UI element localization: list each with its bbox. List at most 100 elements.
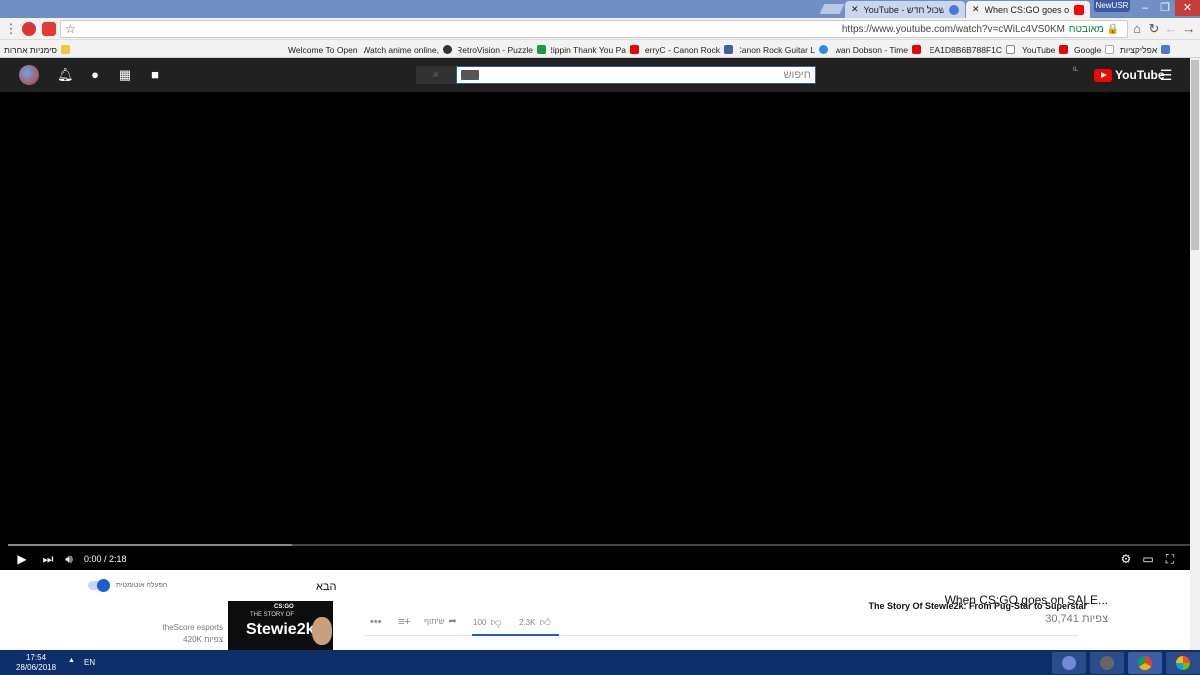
- volume-icon[interactable]: 🔊︎: [61, 551, 77, 567]
- bookmark-label: Google: [1074, 44, 1102, 55]
- keyboard-icon[interactable]: [461, 70, 479, 80]
- taskbar-start[interactable]: [1166, 652, 1200, 674]
- reload-icon[interactable]: ↻: [1145, 20, 1163, 38]
- youtube-logo[interactable]: YouTube: [1094, 68, 1165, 82]
- bookmark-label: RetroVision - Puzzle: [458, 44, 533, 55]
- share-arrow-icon: ➦: [448, 616, 457, 627]
- progress-bar[interactable]: [8, 544, 1192, 546]
- youtube-icon: [1059, 45, 1069, 54]
- bookmark-item[interactable]: JerryC - Canon Rock: [645, 43, 733, 56]
- messages-icon[interactable]: ●: [87, 67, 103, 83]
- share-label: שיתוף: [424, 617, 445, 626]
- taskbar-discord[interactable]: [1052, 652, 1086, 674]
- back-icon[interactable]: →: [1180, 20, 1198, 38]
- buffered-bar: [8, 544, 293, 546]
- thumb-badge: CS:GO: [274, 604, 294, 610]
- bookmark-item[interactable]: Ewan Dobson - Time: [836, 43, 921, 56]
- play-icon[interactable]: ▶: [14, 551, 30, 567]
- youtube-icon: [912, 45, 921, 54]
- bookmark-youtube[interactable]: YouTube: [1022, 43, 1069, 56]
- bookmark-label: Ewan Dobson - Time: [836, 44, 908, 55]
- up-next-channel[interactable]: theScore esports: [163, 623, 223, 632]
- bookmark-label: Watch anime online,: [364, 44, 439, 55]
- other-bookmarks[interactable]: סימניות אחרות: [4, 43, 70, 56]
- anime-site-icon: [443, 45, 452, 54]
- close-icon[interactable]: ✕: [851, 4, 859, 15]
- tab-title: When CS:GO goes on SA: [984, 4, 1069, 15]
- add-to-playlist-button[interactable]: ≡+: [398, 616, 411, 628]
- bookmark-google[interactable]: Google: [1074, 43, 1115, 56]
- next-icon[interactable]: ⏭︎: [40, 551, 56, 567]
- url-text: https://www.youtube.com/watch?v=cWiLc4VS…: [841, 24, 1065, 35]
- youtube-icon: [630, 45, 639, 54]
- autoplay-toggle-knob[interactable]: [97, 579, 110, 592]
- search-input[interactable]: חיפוש: [456, 66, 816, 84]
- tab-youtube-thread[interactable]: ✕ YouTube - אשכול חדש: [845, 1, 965, 18]
- bookmark-item[interactable]: Canon Rock Guitar L: [740, 43, 828, 56]
- home-icon[interactable]: ⌂: [1128, 20, 1146, 38]
- more-actions-button[interactable]: •••: [370, 616, 382, 628]
- loading-icon: [949, 4, 959, 15]
- bookmark-item[interactable]: RetroVision - Puzzle: [458, 43, 546, 56]
- extension-icon[interactable]: [42, 22, 56, 36]
- extension-icon[interactable]: [22, 22, 36, 36]
- bookmark-label: Rippin Thank You Pa: [551, 44, 626, 55]
- folder-icon: [60, 45, 70, 54]
- profile-button[interactable]: NewUSR: [1094, 0, 1130, 12]
- settings-gear-icon[interactable]: ⚙: [1118, 551, 1134, 567]
- upload-video-icon[interactable]: ■: [147, 67, 163, 83]
- up-next-thumbnail[interactable]: CS:GO THE STORY OF Stewie2k: [228, 601, 333, 650]
- thumb-big-text: Stewie2k: [246, 621, 315, 638]
- bookmark-item[interactable]: Watch anime online,: [364, 43, 452, 56]
- star-icon[interactable]: ☆: [65, 22, 76, 36]
- hamburger-menu-icon[interactable]: ☰: [1158, 67, 1174, 83]
- video-player[interactable]: ▶ ⏭︎ 🔊︎ 0:00 / 2:18 ⚙ ▭ ⛶: [0, 92, 1200, 570]
- dislike-button[interactable]: 100 👎︎: [473, 616, 502, 629]
- avatar[interactable]: [19, 65, 39, 85]
- like-button[interactable]: 2.3K 👍︎: [519, 616, 551, 629]
- search-placeholder: חיפוש: [783, 69, 811, 81]
- window-close-icon[interactable]: ✕: [1175, 0, 1200, 16]
- menu-dots-icon[interactable]: ⋮: [2, 20, 20, 38]
- video-title: When CS:GO goes on SALE...: [944, 593, 1108, 607]
- tray-arrow-icon[interactable]: ▲: [68, 657, 75, 664]
- search-button[interactable]: ⌕: [416, 66, 456, 84]
- forward-icon[interactable]: ←: [1162, 20, 1180, 38]
- bookmark-apps[interactable]: אפליקציות: [1120, 43, 1171, 56]
- bookmark-label: Welcome To OpenM: [288, 44, 358, 55]
- bookmark-item[interactable]: Rippin Thank You Pa: [551, 43, 639, 56]
- tab-title: YouTube - אשכול חדש: [863, 4, 944, 15]
- bookmark-item[interactable]: Welcome To OpenM: [288, 43, 358, 56]
- bell-icon[interactable]: 🔔︎: [57, 67, 74, 83]
- new-tab-button[interactable]: [819, 4, 845, 14]
- scrollbar-thumb[interactable]: [1191, 60, 1199, 250]
- watch-metadata-area: הבא הפעלה אוטומטית CS:GO THE STORY OF St…: [0, 570, 1200, 650]
- minimize-icon[interactable]: –: [1135, 0, 1155, 16]
- up-next-views: 420K צפיות: [183, 635, 223, 644]
- close-icon[interactable]: ✕: [972, 4, 980, 15]
- view-count: 30,741 צפיות: [1045, 613, 1108, 625]
- other-bookmarks-label: סימניות אחרות: [4, 44, 57, 55]
- fullscreen-icon[interactable]: ⛶: [1162, 551, 1178, 567]
- theater-mode-icon[interactable]: ▭: [1140, 551, 1156, 567]
- clock-date: 28/06/2018: [16, 663, 57, 672]
- url-field[interactable]: ☆ https://www.youtube.com/watch?v=cWiLc4…: [60, 20, 1128, 38]
- bookmarks-bar: סימניות אחרות אפליקציות Google YouTube 9…: [0, 40, 1200, 58]
- secure-label: מאובטח 🔒: [1068, 24, 1119, 35]
- up-next-header: הבא: [316, 581, 337, 593]
- thumbs-up-icon: 👍︎: [539, 617, 551, 629]
- youtube-header: 🔔︎ ● ▦ ■ ⌕ חיפוש IL YouTube ☰: [0, 58, 1200, 92]
- apps-grid-icon: [1161, 45, 1171, 54]
- taskbar-chrome[interactable]: [1128, 652, 1162, 674]
- tab-video-active[interactable]: ✕ When CS:GO goes on SA: [966, 1, 1090, 18]
- language-indicator[interactable]: EN: [84, 658, 95, 667]
- taskbar-clock[interactable]: 17:54 28/06/2018: [16, 653, 56, 673]
- bookmark-item[interactable]: 9EA1D8B6B788F1C: [930, 43, 1015, 56]
- thumb-portrait: [312, 617, 332, 645]
- taskbar-app[interactable]: [1090, 652, 1124, 674]
- share-button[interactable]: שיתוף ➦: [424, 616, 457, 627]
- google-icon: [1105, 45, 1115, 54]
- maximize-icon[interactable]: ❐: [1155, 0, 1175, 16]
- apps-icon[interactable]: ▦: [117, 67, 133, 83]
- country-code: IL: [1073, 67, 1079, 73]
